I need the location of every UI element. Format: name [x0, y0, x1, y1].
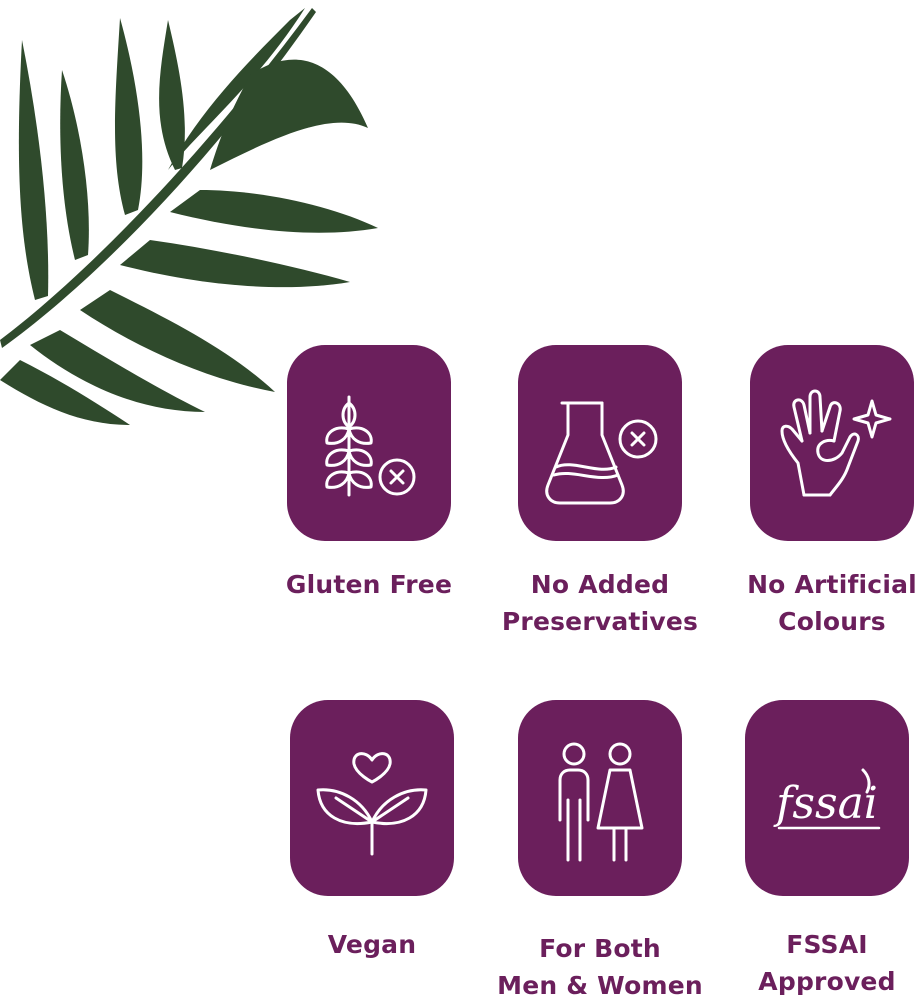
leaves-heart-icon — [316, 752, 428, 856]
fssai-tile: fssai — [745, 700, 909, 896]
man-woman-icon — [558, 742, 644, 862]
vegan-tile — [290, 700, 454, 896]
feature-label: Vegan — [327, 930, 417, 959]
feature-label: For Both Men & Women — [497, 934, 703, 1000]
ok-hand-sparkle-icon — [780, 389, 892, 497]
no-preservatives-tile — [518, 345, 682, 541]
feature-label: No Artificial Colours — [747, 570, 917, 636]
feature-label: No Added Preservatives — [501, 570, 699, 636]
no-artificial-colours-tile — [750, 345, 914, 541]
fssai-logo-icon: fssai — [773, 768, 881, 830]
gluten-free-tile — [287, 345, 451, 541]
feature-label: FSSAI Approved — [758, 930, 896, 996]
fssai-logo-text: fssai — [773, 778, 878, 829]
men-women-tile — [518, 700, 682, 896]
feature-label: Gluten Free — [285, 570, 453, 599]
flask-crossed-icon — [545, 401, 658, 505]
wheat-crossed-icon — [325, 395, 416, 497]
